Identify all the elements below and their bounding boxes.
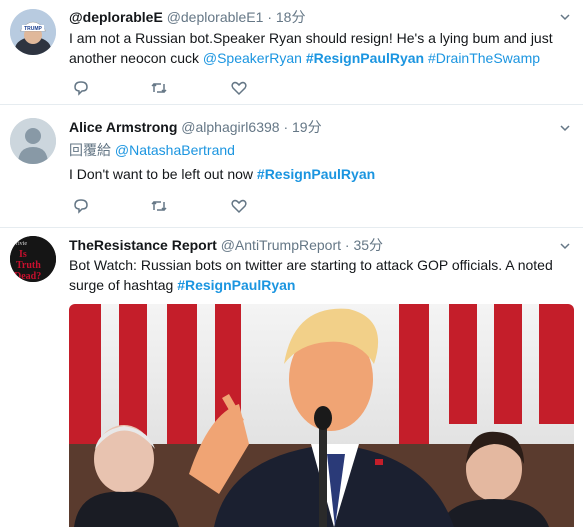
avatar-hat-text: TRUMP [24,26,42,32]
hashtag-link[interactable]: #ResignPaulRyan [306,50,424,66]
tweet-body: I Don't want to be left out now [69,166,257,182]
display-name[interactable]: @deplorableE [69,9,163,25]
avatar-line-2: Truth [16,260,41,271]
user-handle[interactable]: @deplorableE1 [167,9,264,25]
like-icon[interactable] [229,196,249,216]
hashtag-link[interactable]: #DrainTheSwamp [428,50,540,66]
retweet-icon[interactable] [149,78,169,98]
avatar-theresistance-report[interactable]: rivie Is Truth Dead? [10,236,56,282]
tweet-body: Bot Watch: Russian bots on twitter are s… [69,257,553,293]
retweet-icon[interactable] [149,196,169,216]
reply-to-mention[interactable]: @NatashaBertrand [115,142,235,158]
avatar-image: rivie Is Truth Dead? [10,236,56,282]
timestamp[interactable]: 18分 [276,9,306,25]
tweet-text: I am not a Russian bot.Speaker Ryan shou… [69,28,559,68]
avatar-line-1: Is [19,249,27,260]
separator: · [267,9,272,25]
photo-speech-scene [69,304,574,527]
tweet-2[interactable]: Alice Armstrong @alphagirl6398 · 19分 回覆給… [0,105,583,228]
hashtag-link[interactable]: #ResignPaulRyan [177,277,295,293]
separator: · [344,237,350,253]
default-avatar-icon [10,118,56,164]
timestamp[interactable]: 19分 [292,119,322,135]
tweet-text: I Don't want to be left out now #ResignP… [69,164,559,184]
hashtag-link[interactable]: #ResignPaulRyan [257,166,375,182]
user-handle[interactable]: @AntiTrumpReport [221,237,341,253]
tweet-header: @deplorableE @deplorableE1 · 18分 [69,8,305,26]
avatar-top-text: rivie [16,241,27,247]
tweet-media-photo[interactable] [69,304,574,527]
reply-icon[interactable] [71,78,91,98]
mention-link[interactable]: @SpeakerRyan [203,50,302,66]
caret-down-icon[interactable] [559,122,571,134]
reply-context: 回覆給 @NatashaBertrand [69,140,559,160]
tweet-header: TheResistance Report @AntiTrumpReport · … [69,236,383,254]
user-handle[interactable]: @alphagirl6398 [181,119,279,135]
tweet-header: Alice Armstrong @alphagirl6398 · 19分 [69,118,322,136]
tweet-1[interactable]: TRUMP @deplorableE @deplorableE1 · 18分 I… [0,0,583,105]
like-icon[interactable] [229,78,249,98]
reply-prefix: 回覆給 [69,142,111,158]
avatar-line-3: Dead? [14,271,41,282]
avatar-deplorablee[interactable]: TRUMP [10,9,56,55]
reply-icon[interactable] [71,196,91,216]
display-name[interactable]: TheResistance Report [69,237,217,253]
caret-down-icon[interactable] [559,240,571,252]
tweet-text: Bot Watch: Russian bots on twitter are s… [69,255,559,295]
caret-down-icon[interactable] [559,11,571,23]
timestamp[interactable]: 35分 [353,237,383,253]
display-name[interactable]: Alice Armstrong [69,119,177,135]
separator: · [283,119,289,135]
avatar-alice-armstrong[interactable] [10,118,56,164]
avatar-image: TRUMP [10,9,56,55]
